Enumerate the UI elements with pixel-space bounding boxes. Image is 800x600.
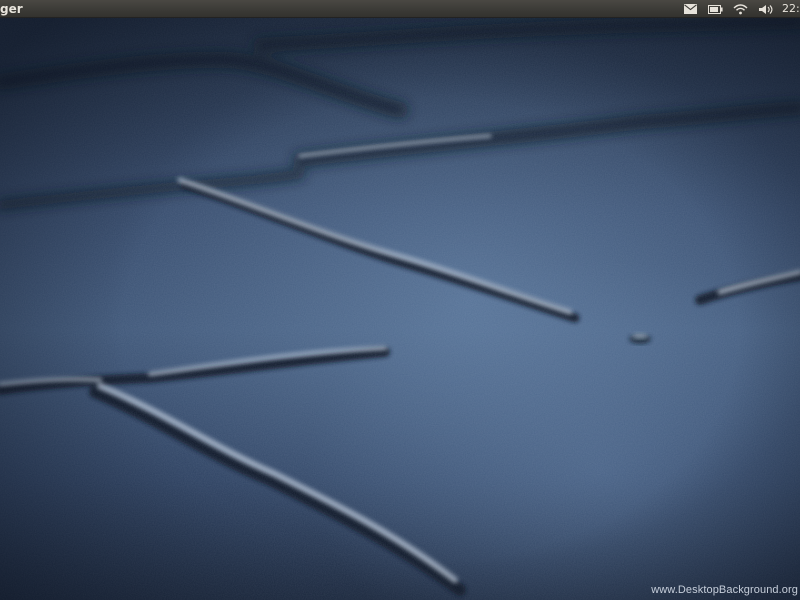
mail-icon[interactable]: [682, 1, 698, 17]
volume-icon[interactable]: [757, 1, 773, 17]
wallpaper-watermark: www.DesktopBackground.org: [651, 584, 798, 596]
clock[interactable]: 22:3: [782, 1, 800, 17]
top-panel: ger 22:: [0, 0, 800, 18]
indicator-area: 22:3: [682, 0, 800, 18]
active-app-title[interactable]: ger: [0, 1, 23, 17]
wifi-icon[interactable]: [732, 1, 748, 17]
desktop[interactable]: ger 22: www.DesktopBackground.org: [0, 0, 800, 600]
wallpaper-image: [0, 0, 800, 600]
battery-icon[interactable]: [707, 1, 723, 17]
